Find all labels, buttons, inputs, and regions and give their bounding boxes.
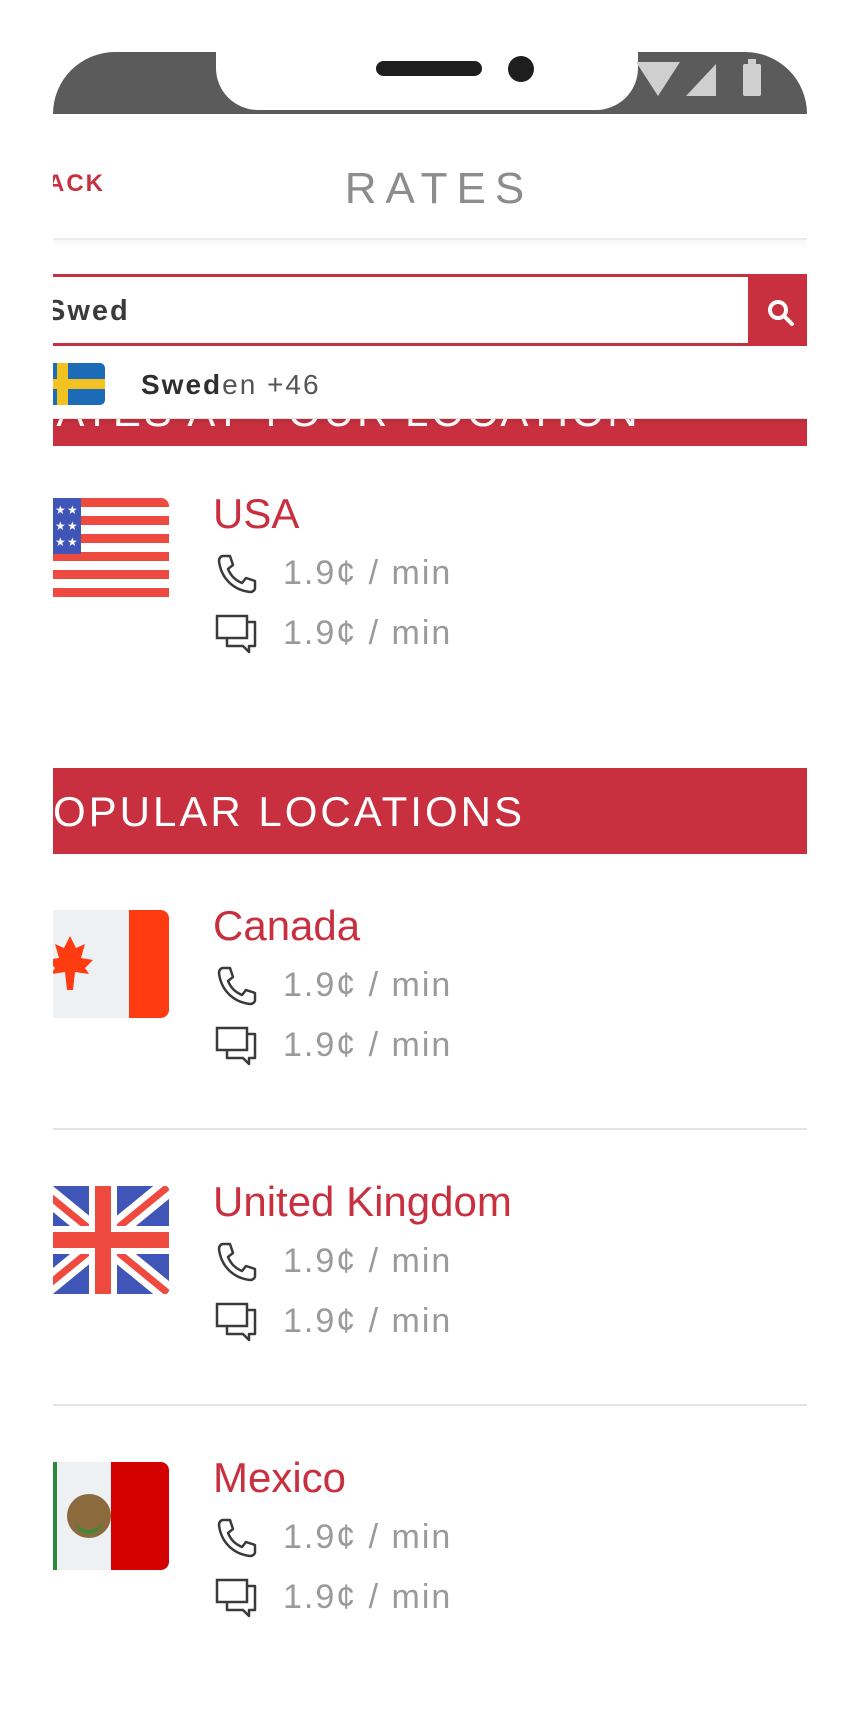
location-row-mexico[interactable]: Mexico 1.9¢ / min 1.9¢ / min bbox=[53, 1406, 807, 1682]
chat-icon bbox=[215, 1302, 257, 1342]
sms-rate-value: 1.9¢ / min bbox=[283, 614, 453, 652]
chat-icon bbox=[215, 614, 257, 654]
search-input[interactable] bbox=[53, 277, 744, 345]
country-name: Mexico bbox=[213, 1454, 347, 1501]
call-rate: 1.9¢ / min bbox=[213, 962, 613, 1006]
phone-frame: ACK RATES RATES AT YOUR LOCATION Sweden … bbox=[0, 0, 854, 1726]
suggestion-match: Swed bbox=[141, 369, 223, 400]
app-header: ACK RATES bbox=[53, 114, 807, 240]
call-rate: 1.9¢ / min bbox=[213, 1238, 613, 1282]
search-button[interactable] bbox=[748, 274, 807, 346]
call-rate-value: 1.9¢ / min bbox=[283, 554, 453, 592]
country-name: United Kingdom bbox=[213, 1178, 512, 1225]
suggestion-rest: en +46 bbox=[222, 369, 321, 400]
search-suggestion-sweden[interactable]: Sweden +46 bbox=[53, 346, 807, 419]
location-row-united-kingdom[interactable]: United Kingdom 1.9¢ / min 1.9¢ / min bbox=[53, 1130, 807, 1406]
sms-rate-value: 1.9¢ / min bbox=[283, 1578, 453, 1616]
sms-rate: 1.9¢ / min bbox=[213, 1022, 613, 1066]
usa-flag-icon: ★ ★ ★ ★ ★ ★ bbox=[53, 498, 169, 606]
country-name: Canada bbox=[213, 902, 361, 949]
call-rate: 1.9¢ / min bbox=[213, 1514, 613, 1558]
phone-icon bbox=[217, 1518, 257, 1558]
phone-icon bbox=[217, 554, 257, 594]
sms-rate: 1.9¢ / min bbox=[213, 1574, 613, 1618]
search-box bbox=[53, 274, 807, 346]
chat-icon bbox=[215, 1578, 257, 1618]
sms-rate: 1.9¢ / min bbox=[213, 1298, 613, 1342]
location-row-canada[interactable]: Canada 1.9¢ / min 1.9¢ / min bbox=[53, 854, 807, 1130]
sms-rate: 1.9¢ / min bbox=[213, 610, 613, 654]
call-rate-value: 1.9¢ / min bbox=[283, 1518, 453, 1556]
speaker-icon bbox=[376, 61, 482, 76]
location-row-usa[interactable]: ★ ★ ★ ★ ★ ★ USA 1.9¢ / min 1.9¢ / min bbox=[53, 446, 807, 768]
canada-flag-icon bbox=[53, 910, 169, 1018]
search-icon bbox=[768, 300, 794, 326]
country-name: USA bbox=[213, 490, 300, 537]
sms-rate-value: 1.9¢ / min bbox=[283, 1026, 453, 1064]
mexico-flag-icon bbox=[53, 1462, 169, 1570]
sweden-flag-icon bbox=[53, 363, 105, 405]
wifi-icon bbox=[636, 62, 680, 96]
signal-icon bbox=[686, 64, 716, 96]
call-rate-value: 1.9¢ / min bbox=[283, 1242, 453, 1280]
call-rate-value: 1.9¢ / min bbox=[283, 966, 453, 1004]
section-title-popular: OPULAR LOCATIONS bbox=[53, 788, 525, 835]
suggestion-text: Sweden +46 bbox=[141, 369, 321, 401]
chat-icon bbox=[215, 1026, 257, 1066]
call-rate: 1.9¢ / min bbox=[213, 550, 613, 594]
uk-flag-icon bbox=[53, 1186, 169, 1294]
section-banner-popular: OPULAR LOCATIONS bbox=[53, 768, 807, 854]
rates-screen: ACK RATES RATES AT YOUR LOCATION Sweden … bbox=[53, 114, 807, 1684]
page-title: RATES bbox=[344, 164, 534, 213]
battery-icon bbox=[743, 59, 761, 96]
phone-icon bbox=[217, 966, 257, 1006]
sms-rate-value: 1.9¢ / min bbox=[283, 1302, 453, 1340]
camera-icon bbox=[508, 56, 534, 82]
phone-icon bbox=[217, 1242, 257, 1282]
